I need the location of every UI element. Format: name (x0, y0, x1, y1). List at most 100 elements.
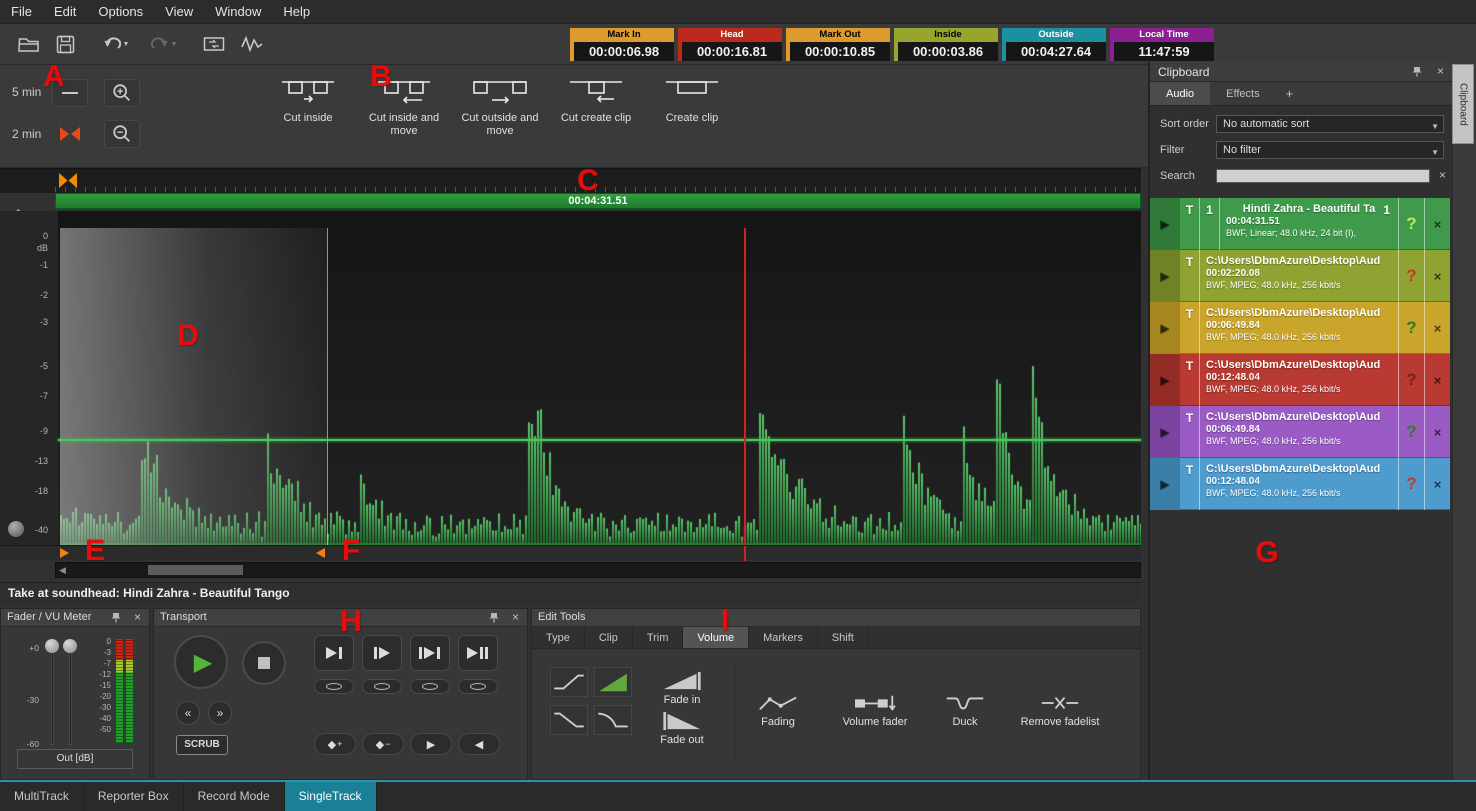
fade-shape-curve-out-button[interactable] (594, 705, 632, 735)
sort-order-select[interactable]: No automatic sort▼ (1216, 115, 1444, 133)
play-button[interactable]: ▶ (174, 635, 228, 689)
tab-clip[interactable]: Clip (585, 627, 633, 648)
clipboard-item[interactable]: ▶ T C:\Users\DbmAzure\Desktop\Aud 00:06:… (1150, 406, 1450, 458)
take-play-button[interactable]: ▶ (1150, 406, 1180, 458)
clipboard-item[interactable]: ▶ T C:\Users\DbmAzure\Desktop\Aud 00:12:… (1150, 354, 1450, 406)
scroll-left-icon[interactable]: ◀ (59, 563, 66, 578)
duck-button[interactable]: Duck (930, 693, 1000, 729)
skip-forward-button[interactable]: » (208, 701, 232, 725)
prelisten-button[interactable]: ? (1398, 406, 1424, 458)
remove-take-button[interactable]: × (1424, 302, 1450, 354)
loop-button-3[interactable] (410, 679, 450, 694)
undo-button[interactable]: ▼ (96, 30, 136, 58)
loop-button-2[interactable] (362, 679, 402, 694)
play-from-mark-button[interactable] (362, 635, 402, 671)
menu-edit[interactable]: Edit (43, 0, 87, 24)
zoom-preset-5min[interactable]: 5 min (12, 85, 41, 99)
zoom-in-button[interactable] (104, 79, 140, 107)
prelisten-button[interactable]: ? (1398, 198, 1424, 250)
take-play-button[interactable]: ▶ (1150, 354, 1180, 406)
menu-options[interactable]: Options (87, 0, 154, 24)
open-button[interactable] (14, 30, 44, 58)
prelisten-button[interactable]: ? (1398, 458, 1424, 510)
selection-region[interactable] (60, 228, 328, 545)
fade-in-button[interactable]: Fade in (644, 671, 720, 707)
tab-volume[interactable]: Volume (683, 627, 749, 648)
close-icon[interactable]: × (134, 609, 141, 626)
tab-audio[interactable]: Audio (1150, 82, 1210, 105)
nudge-back-button[interactable]: ◀ (458, 733, 500, 755)
tab-shift[interactable]: Shift (818, 627, 869, 648)
close-icon[interactable]: × (512, 609, 519, 626)
cut-inside-button[interactable]: Cut inside (262, 73, 354, 138)
horizontal-scrollbar[interactable]: ◀ (55, 562, 1141, 578)
remove-take-button[interactable]: × (1424, 198, 1450, 250)
remove-take-button[interactable]: × (1424, 354, 1450, 406)
fade-out-handle-icon[interactable] (316, 548, 325, 558)
take-play-button[interactable]: ▶ (1150, 302, 1180, 354)
play-between-marks-button[interactable] (410, 635, 450, 671)
scrollbar-thumb[interactable] (148, 565, 243, 575)
pin-icon[interactable] (489, 612, 499, 623)
create-clip-button[interactable]: Create clip (646, 73, 738, 138)
pin-icon[interactable] (1412, 66, 1422, 77)
fade-in-handle-icon[interactable] (60, 548, 69, 558)
tab-markers[interactable]: Markers (749, 627, 818, 648)
scrub-button[interactable]: SCRUB (176, 735, 228, 755)
save-button[interactable] (50, 30, 80, 58)
volume-fader-button[interactable]: Volume fader (830, 693, 920, 729)
tab-type[interactable]: Type (532, 627, 585, 648)
tab-effects[interactable]: Effects (1210, 82, 1275, 105)
prelisten-button[interactable]: ? (1398, 354, 1424, 406)
tab-multitrack[interactable]: MultiTrack (0, 782, 84, 811)
add-marker-button[interactable]: ◆+ (314, 733, 356, 755)
zoom-out-button[interactable] (104, 120, 140, 148)
clear-search-icon[interactable]: × (1439, 168, 1446, 182)
cut-outside-move-button[interactable]: Cut outside and move (454, 73, 546, 138)
cut-create-clip-button[interactable]: Cut create clip (550, 73, 642, 138)
fader-knob-left[interactable] (45, 639, 59, 653)
timeline-ruler[interactable] (0, 168, 1141, 193)
take-play-button[interactable]: ▶ (1150, 198, 1180, 250)
fade-out-button[interactable]: Fade out (644, 711, 720, 747)
skip-back-button[interactable]: « (176, 701, 200, 725)
search-input[interactable] (1216, 169, 1430, 183)
remove-take-button[interactable]: × (1424, 458, 1450, 510)
loop-button-4[interactable] (458, 679, 498, 694)
filter-select[interactable]: No filter▼ (1216, 141, 1444, 159)
clipboard-item[interactable]: ▶ T C:\Users\DbmAzure\Desktop\Aud 00:02:… (1150, 250, 1450, 302)
loop-button-1[interactable] (314, 679, 354, 694)
clipboard-item[interactable]: ▶ T C:\Users\DbmAzure\Desktop\Aud 00:06:… (1150, 302, 1450, 354)
remove-take-button[interactable]: × (1424, 250, 1450, 302)
prelisten-button[interactable]: ? (1398, 302, 1424, 354)
menu-window[interactable]: Window (204, 0, 272, 24)
clipboard-side-tab[interactable]: Clipboard (1452, 64, 1474, 144)
play-around-mark-button[interactable] (458, 635, 498, 671)
stop-button[interactable] (242, 641, 286, 685)
tab-singletrack[interactable]: SingleTrack (285, 782, 377, 811)
tab-trim[interactable]: Trim (633, 627, 684, 648)
menu-view[interactable]: View (154, 0, 204, 24)
close-icon[interactable]: × (1437, 63, 1444, 80)
edit-mode-button[interactable] (236, 30, 268, 58)
pin-icon[interactable] (111, 612, 121, 623)
fade-shape-linear-out-button[interactable] (550, 705, 588, 735)
zoom-preset-2min[interactable]: 2 min (12, 127, 41, 141)
clipboard-item[interactable]: ▶ T C:\Users\DbmAzure\Desktop\Aud 00:12:… (1150, 458, 1450, 510)
transfer-button[interactable] (198, 30, 230, 58)
remove-marker-button[interactable]: ◆− (362, 733, 404, 755)
fade-shape-filled-in-button[interactable] (594, 667, 632, 697)
zoom-selection-button[interactable] (52, 120, 88, 148)
redo-button[interactable]: ▼ (144, 30, 184, 58)
fade-shape-linear-in-button[interactable] (550, 667, 588, 697)
clipboard-item[interactable]: ▶ T 1 Hindi Zahra - Beautiful Ta 00:04:3… (1150, 198, 1450, 250)
remove-fadelist-button[interactable]: Remove fadelist (1014, 693, 1106, 729)
tab-record-mode[interactable]: Record Mode (184, 782, 285, 811)
play-to-mark-button[interactable] (314, 635, 354, 671)
fading-button[interactable]: Fading (742, 693, 814, 729)
playhead-line[interactable] (744, 228, 746, 545)
fader-knob-right[interactable] (63, 639, 77, 653)
menu-file[interactable]: File (0, 0, 43, 24)
take-play-button[interactable]: ▶ (1150, 250, 1180, 302)
add-tab-button[interactable]: + (1276, 82, 1304, 105)
